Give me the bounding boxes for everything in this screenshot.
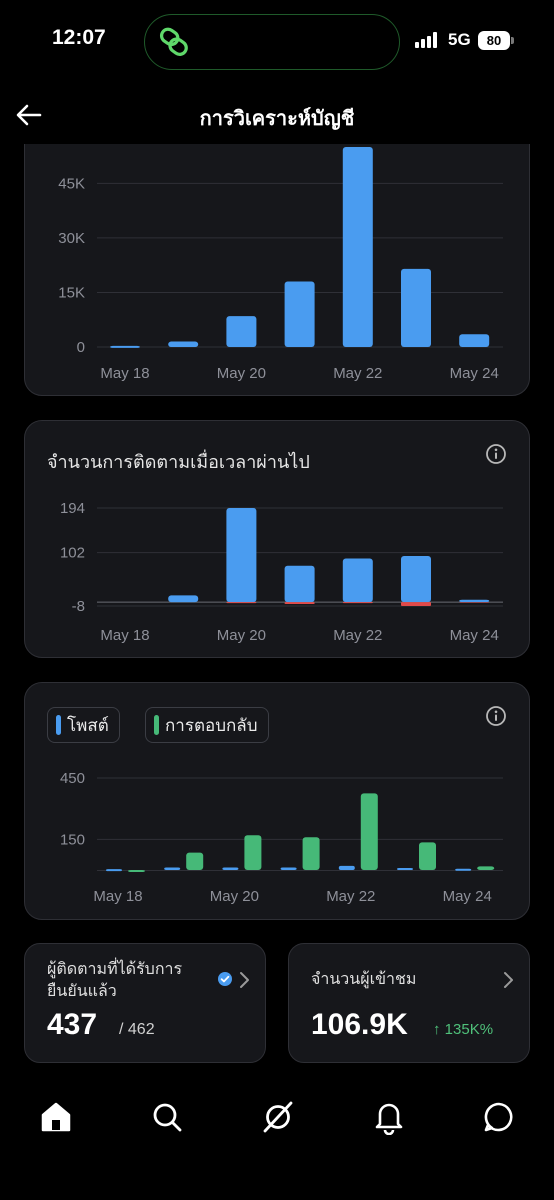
views-bar [342,147,373,347]
bottom-nav [0,1085,554,1155]
activity-replies-bar [419,842,436,870]
header-title: การวิเคราะห์บัญชี [199,106,355,130]
verified-followers-total: / 462 [119,1021,155,1038]
chevron-right-icon [240,972,249,988]
followers-x-tick-label: May 24 [450,627,499,644]
activity-bar-chart: 150 450 May 18 May 20 May 22 May 24 [60,770,503,905]
home-icon[interactable] [38,1099,74,1135]
top-bar-overlay: การวิเคราะห์บัญชี [0,90,554,140]
activity-posts-bar [397,867,413,870]
views-bar-chart: 0 15K 30K 45K May 18 May 20 May 22 May 24 [58,147,503,382]
views-bar [226,316,257,347]
verified-followers-label: ผู้ติดตามที่ได้รับการ ยืนยันแล้ว [47,958,182,1002]
followers-loss-bar [401,602,431,606]
followers-loss-bar [226,602,257,604]
activity-y-tick-label: 150 [60,831,85,848]
activity-posts-bar [164,867,181,870]
chat-icon[interactable] [481,1099,517,1135]
views-bar [459,334,490,347]
activity-replies-bar [128,870,145,872]
followers-y-tick-label: -8 [72,598,85,615]
followers-gain-bar [401,556,431,603]
followers-y-tick-label: 102 [60,545,85,562]
status-time: 12:07 [52,26,106,49]
activity-x-tick-label: May 18 [93,888,142,905]
followers-gain-bar [342,558,373,603]
viewers-delta: ↑ 135K% [433,1021,494,1038]
followers-x-tick-label: May 22 [333,627,382,644]
followers-chart-card: จำนวนการติดตามเมื่อเวลาผ่านไป 194 102 -8 Ma… [24,420,530,658]
followers-loss-bar [284,602,315,605]
activity-posts-bar [106,869,122,872]
activity-replies-bar [360,793,378,870]
chevron-right-icon [504,972,513,988]
bell-icon[interactable] [371,1099,407,1135]
battery-tip [511,37,514,44]
activity-posts-bar [455,868,472,871]
views-chart-card: 0 15K 30K 45K May 18 May 20 May 22 May 24 [24,120,530,396]
views-y-tick-label: 0 [77,339,85,356]
signal-icon [415,32,437,48]
activity-x-tick-label: May 22 [326,888,375,905]
verified-followers-card[interactable]: ผู้ติดตามที่ได้รับการ ยืนยันแล้ว 437 / 4… [24,943,266,1063]
activity-posts-bar [338,865,355,870]
label-line-1: ผู้ติดตามที่ได้รับการ [47,959,183,978]
home-indicator [202,1180,352,1185]
followers-x-tick-label: May 20 [217,627,266,644]
activity-x-tick-label: May 20 [210,888,259,905]
views-bar [110,345,140,348]
views-y-tick-label: 15K [58,284,85,301]
followers-y-tick-label: 194 [60,500,85,517]
views-bar [168,341,199,347]
followers-gain-bar [284,565,315,603]
search-icon[interactable] [149,1099,185,1135]
activity-replies-bar [477,866,495,870]
followers-gain-bar [168,595,199,603]
followers-x-tick-label: May 18 [100,627,149,644]
activity-chart-card: โพสต์ การตอบกลับ 150 450 May 18 May 20 May 2… [24,682,530,920]
activity-posts-bar [280,867,297,870]
viewers-value: 106.9K [311,1008,408,1041]
activity-y-tick-label: 450 [60,770,85,787]
views-x-tick-label: May 22 [333,365,382,382]
activity-x-tick-label: May 24 [443,888,492,905]
viewers-card[interactable]: จำนวนผู้เข้าชม 106.9K ↑ 135K% [288,943,530,1063]
status-bar: 12:07 5G 80 [0,0,554,88]
activity-posts-bar [222,867,239,870]
dynamic-island[interactable] [144,14,400,70]
verified-badge-icon [218,972,232,986]
followers-gain-bar [459,599,490,603]
label-line-2: ยืนยันแล้ว [47,981,117,1000]
views-x-tick-label: May 20 [217,365,266,382]
followers-loss-bar [342,602,373,604]
battery-icon: 80 [478,31,510,50]
views-bar [284,281,315,347]
activity-replies-bar [302,837,320,870]
followers-gain-bar [226,508,257,603]
followers-bar-chart: 194 102 -8 May 18 May 20 May 22 May 24 [60,500,503,644]
verified-followers-value: 437 [47,1008,98,1041]
link-app-icon [159,27,188,56]
views-y-tick-label: 30K [58,230,85,247]
explore-icon[interactable] [260,1099,296,1135]
activity-replies-bar [186,852,204,870]
views-y-tick-label: 45K [58,175,85,192]
views-x-tick-label: May 24 [450,365,499,382]
network-type: 5G [448,30,471,49]
views-bar [401,268,431,347]
activity-replies-bar [244,835,262,870]
viewers-label: จำนวนผู้เข้าชม [311,969,417,988]
views-x-tick-label: May 18 [100,365,149,382]
